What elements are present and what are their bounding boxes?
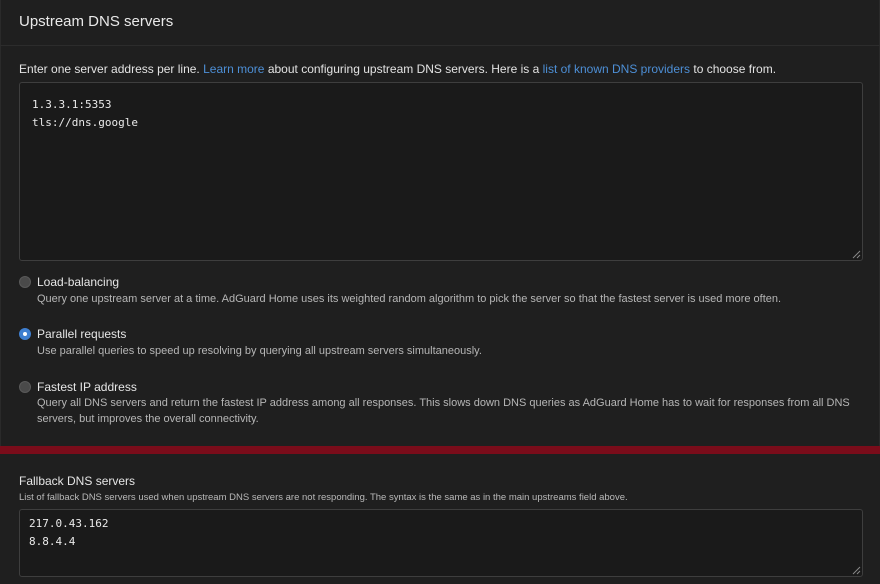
upstream-servers-textarea[interactable] bbox=[19, 82, 863, 261]
upstream-description: Enter one server address per line. Learn… bbox=[19, 62, 776, 76]
radio-fastest-ip[interactable] bbox=[19, 381, 31, 393]
dns-providers-link[interactable]: list of known DNS providers bbox=[543, 62, 690, 76]
desc-suffix: to choose from. bbox=[693, 62, 777, 76]
section-separator bbox=[0, 446, 880, 454]
fastest-ip-label[interactable]: Fastest IP address bbox=[37, 380, 137, 394]
fallback-dns-description: List of fallback DNS servers used when u… bbox=[19, 492, 628, 503]
fallback-servers-textarea[interactable] bbox=[19, 509, 863, 577]
radio-parallel-requests[interactable] bbox=[19, 328, 31, 340]
parallel-requests-label[interactable]: Parallel requests bbox=[37, 327, 126, 341]
parallel-requests-description: Use parallel queries to speed up resolvi… bbox=[37, 345, 482, 357]
resize-handle-icon[interactable] bbox=[852, 566, 861, 575]
fastest-ip-description: Query all DNS servers and return the fas… bbox=[37, 397, 850, 425]
desc-prefix: Enter one server address per line. bbox=[19, 62, 200, 76]
load-balancing-label[interactable]: Load-balancing bbox=[37, 275, 119, 289]
resize-handle-icon[interactable] bbox=[852, 250, 861, 259]
fallback-dns-title: Fallback DNS servers bbox=[19, 474, 136, 488]
desc-middle: about configuring upstream DNS servers. … bbox=[267, 62, 540, 76]
learn-more-link[interactable]: Learn more bbox=[203, 62, 264, 76]
radio-load-balancing[interactable] bbox=[19, 276, 31, 288]
title-divider bbox=[0, 45, 880, 46]
load-balancing-description: Query one upstream server at a time. AdG… bbox=[37, 293, 782, 305]
upstream-dns-title: Upstream DNS servers bbox=[19, 13, 174, 30]
